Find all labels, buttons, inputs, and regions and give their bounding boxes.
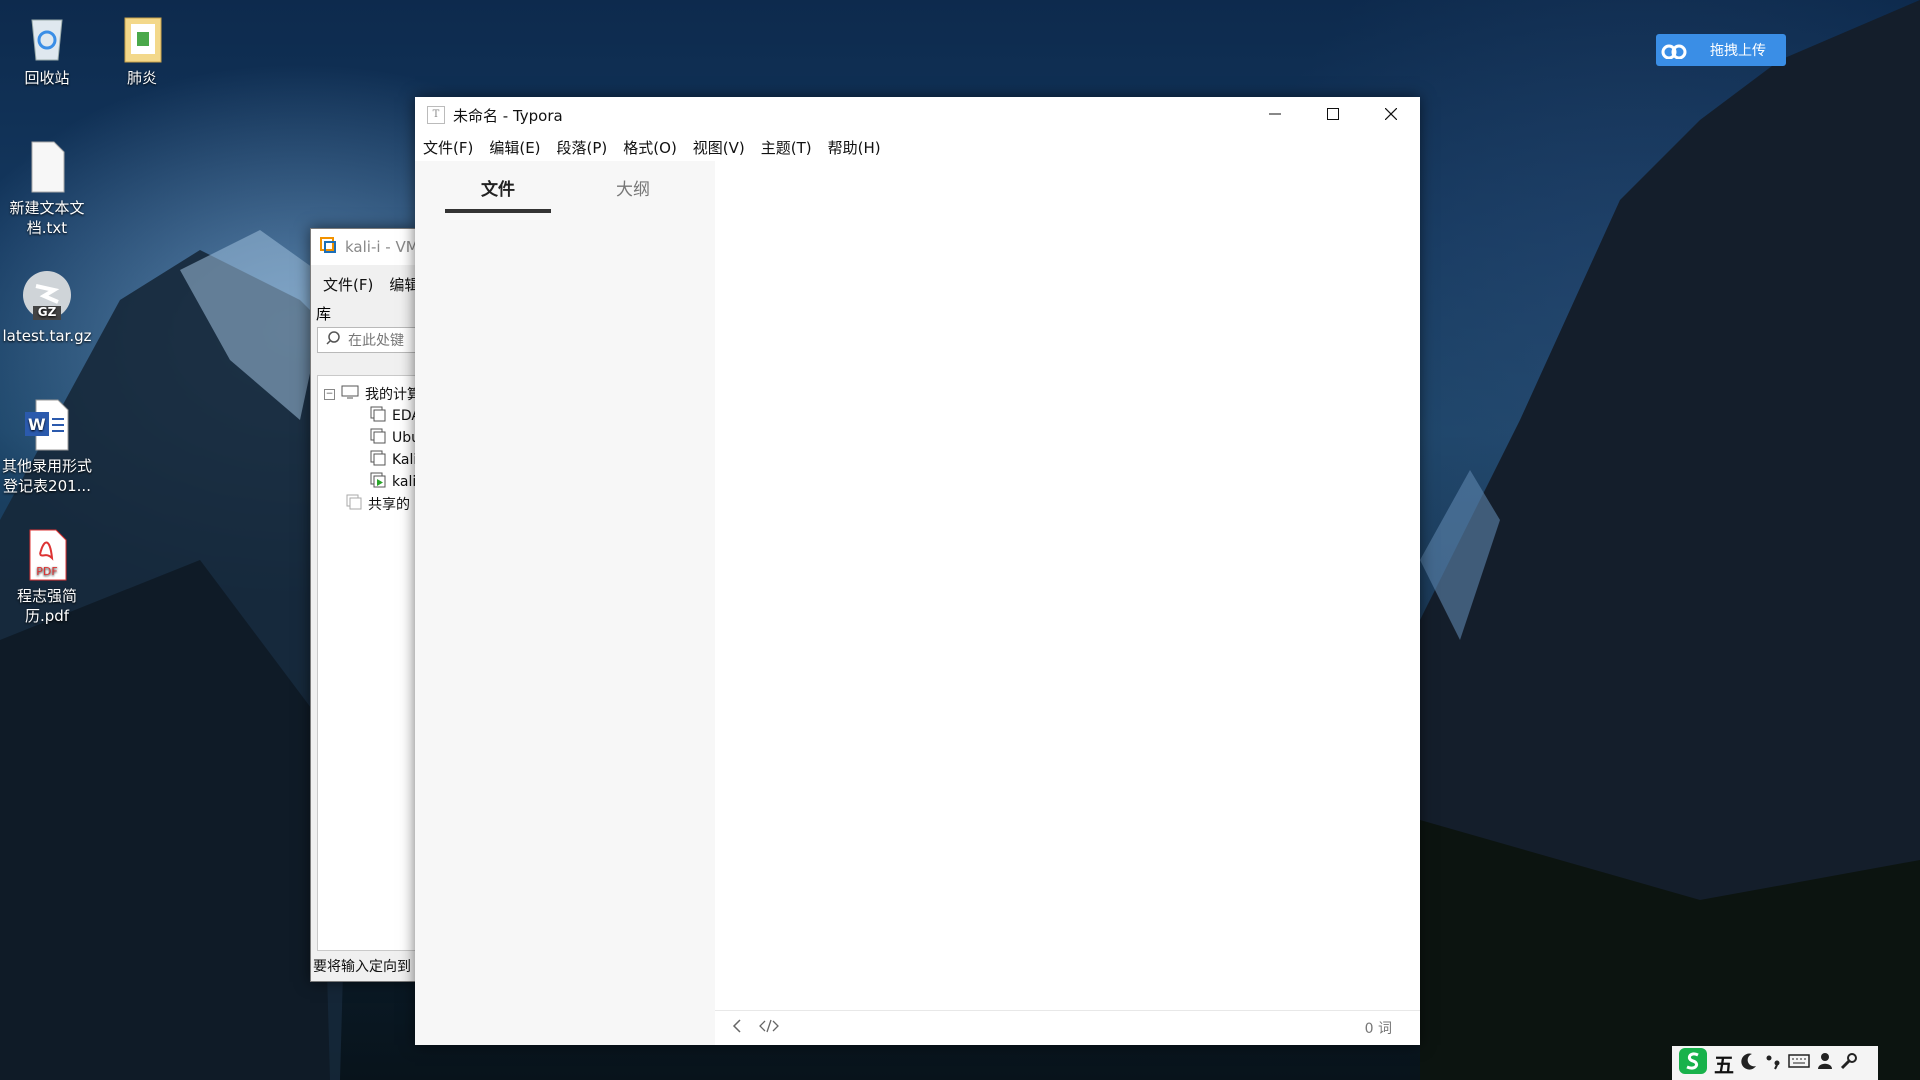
tree-node-vm-running[interactable]: kali — [370, 472, 416, 492]
menu-file[interactable]: 文件(F) — [423, 137, 473, 158]
word-badge: W — [28, 415, 46, 434]
vm-icon — [370, 428, 386, 448]
vm-icon — [370, 450, 386, 470]
vmware-status-text: 要将输入定向到 — [313, 959, 411, 975]
vmware-titlebar: kali-i - VM — [311, 229, 416, 265]
drag-upload-button[interactable]: 拖拽上传 — [1656, 34, 1786, 66]
vmware-window: kali-i - VM 文件(F) 编辑 库 在此处键 − 我的计算 EDA U… — [310, 228, 417, 982]
active-tab-underline — [445, 209, 551, 213]
wrench-icon[interactable] — [1840, 1052, 1858, 1074]
maximize-button[interactable] — [1304, 97, 1362, 133]
keyboard-icon[interactable] — [1788, 1053, 1810, 1073]
vmware-title: kali-i - VM — [345, 238, 417, 256]
user-icon[interactable] — [1816, 1052, 1834, 1074]
close-button[interactable] — [1362, 97, 1420, 133]
folder-icon — [117, 10, 167, 64]
collapse-icon[interactable]: − — [324, 388, 335, 400]
punctuation-icon[interactable] — [1764, 1052, 1782, 1074]
drag-upload-label: 拖拽上传 — [1710, 43, 1766, 59]
library-tree: − 我的计算 EDA Ubu Kali kali 共享的 — [317, 375, 416, 951]
pdf-badge: PDF — [36, 565, 58, 578]
vmware-menubar: 文件(F) 编辑 — [311, 265, 416, 303]
typora-title: 未命名 - Typora — [453, 106, 563, 125]
typora-footer: 0 词 — [715, 1010, 1420, 1045]
desktop-icon-recycle-bin[interactable]: 回收站 — [0, 10, 97, 88]
tree-node-vm[interactable]: EDA — [370, 406, 416, 426]
library-label: 库 — [316, 305, 332, 323]
menu-help[interactable]: 帮助(H) — [828, 137, 881, 158]
desktop-icon-gz-file[interactable]: GZ latest.tar.gz — [0, 268, 97, 346]
vmware-icon — [319, 236, 337, 258]
vmware-menu-edit[interactable]: 编辑 — [389, 274, 416, 295]
text-file-icon — [22, 140, 72, 194]
tree-node-vm[interactable]: Ubu — [370, 428, 416, 448]
word-count[interactable]: 0 词 — [1365, 1018, 1392, 1038]
minimize-icon — [1269, 106, 1281, 124]
close-icon — [1384, 106, 1398, 124]
recycle-bin-icon — [22, 10, 72, 64]
minimize-button[interactable] — [1246, 97, 1304, 133]
chevron-left-icon — [732, 1019, 741, 1033]
input-mode-label[interactable]: 五 — [1714, 1049, 1734, 1078]
desktop-icon-txt-file[interactable]: 新建文本文档.txt — [0, 140, 97, 238]
vm-running-icon — [370, 472, 386, 492]
cloud-icon — [1656, 34, 1692, 66]
maximize-icon — [1327, 106, 1339, 124]
source-code-mode-button[interactable] — [759, 1019, 779, 1037]
tab-files[interactable]: 文件 — [445, 175, 551, 213]
gz-badge: GZ — [37, 305, 57, 319]
menu-view[interactable]: 视图(V) — [693, 137, 745, 158]
search-icon — [326, 331, 340, 349]
pdf-icon: PDF — [22, 528, 72, 582]
ime-toolbar: 五 — [1672, 1046, 1878, 1080]
menu-edit[interactable]: 编辑(E) — [489, 137, 540, 158]
code-icon — [759, 1019, 779, 1033]
moon-icon[interactable] — [1740, 1052, 1758, 1074]
toggle-sidebar-button[interactable] — [727, 1019, 747, 1037]
editor-area[interactable] — [715, 161, 1420, 1011]
typora-window: T 未命名 - Typora 文件(F) 编辑(E) 段落(P) 格式(O) 视… — [415, 97, 1420, 1045]
menu-paragraph[interactable]: 段落(P) — [557, 137, 608, 158]
tree-node-vm[interactable]: Kali — [370, 450, 416, 470]
vm-icon — [370, 406, 386, 426]
archive-icon: GZ — [22, 268, 72, 322]
shared-vm-icon — [346, 494, 362, 514]
word-doc-icon: W — [22, 398, 72, 452]
menu-theme[interactable]: 主题(T) — [761, 137, 812, 158]
typora-app-icon: T — [427, 106, 445, 124]
search-placeholder: 在此处键 — [348, 333, 404, 349]
desktop-icon-word-file[interactable]: W 其他录用形式登记表201... — [0, 398, 97, 496]
computer-icon — [341, 385, 359, 403]
typora-menubar: 文件(F) 编辑(E) 段落(P) 格式(O) 视图(V) 主题(T) 帮助(H… — [415, 133, 1420, 161]
desktop-icon-folder[interactable]: 肺炎 — [92, 10, 192, 88]
tab-outline[interactable]: 大纲 — [580, 175, 686, 200]
typora-sidebar: 文件 大纲 — [415, 161, 715, 1045]
typora-titlebar: T 未命名 - Typora — [415, 97, 1420, 133]
menu-format[interactable]: 格式(O) — [623, 137, 677, 158]
desktop-icon-pdf-file[interactable]: PDF 程志强简历.pdf — [0, 528, 97, 626]
library-search-input[interactable]: 在此处键 — [317, 327, 416, 353]
vmware-menu-file[interactable]: 文件(F) — [323, 274, 373, 295]
tree-node-my-computer[interactable]: − 我的计算 — [324, 384, 416, 404]
tree-node-shared[interactable]: 共享的 — [346, 494, 410, 514]
sogou-logo-icon[interactable] — [1678, 1047, 1708, 1079]
